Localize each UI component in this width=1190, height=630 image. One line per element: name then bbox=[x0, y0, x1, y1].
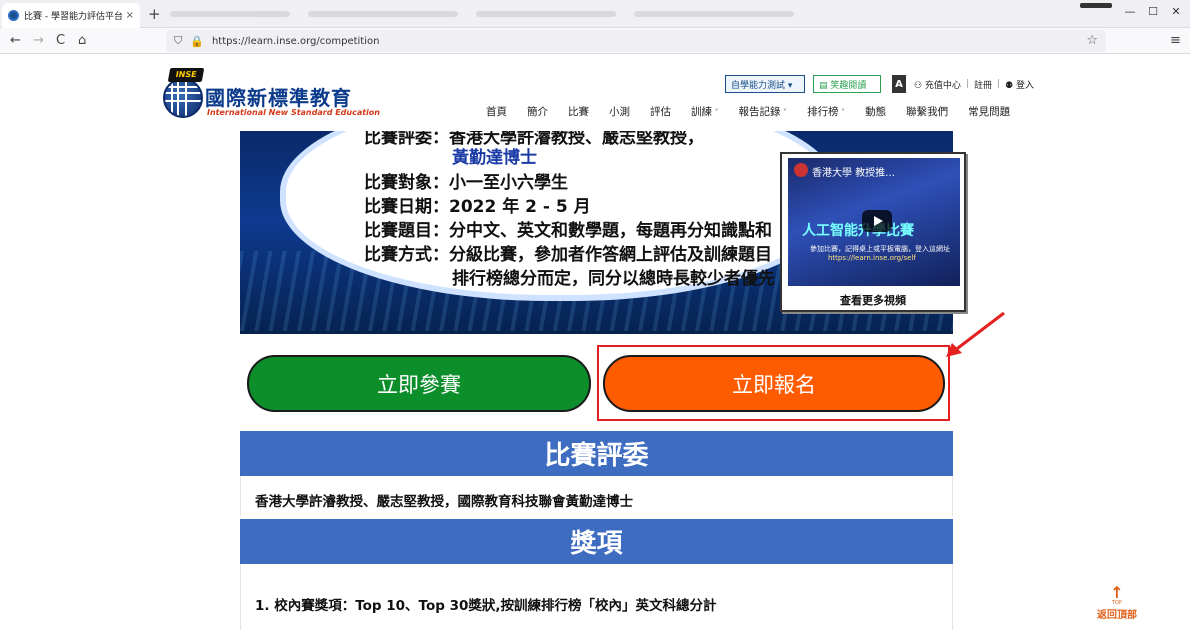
judges-section-body: 香港大學許濬教授、嚴志堅教授，國際教育科技聯會黃勤達博士 bbox=[240, 476, 953, 516]
nav-reports[interactable]: 報告記錄 bbox=[739, 104, 788, 119]
forward-button[interactable]: → bbox=[33, 33, 44, 48]
recharge-link[interactable]: ⚇ 充值中心 bbox=[914, 78, 961, 91]
awards-item-1: 1. 校內賽獎項：Top 10、Top 30獎狀,按訓練排行榜「校內」英文科總分… bbox=[255, 598, 717, 614]
nav-assessment[interactable]: 評估 bbox=[650, 104, 671, 119]
window-drag-handle[interactable] bbox=[1080, 3, 1112, 8]
site-favicon-icon bbox=[8, 10, 19, 21]
register-link[interactable]: 註冊 bbox=[974, 78, 992, 91]
url-text: https://learn.inse.org/competition bbox=[211, 35, 380, 47]
user-links: ⚇ 充值中心 | 註冊 | ⚉ 登入 bbox=[914, 75, 1034, 93]
graduation-cap-icon: INSE bbox=[167, 68, 205, 82]
login-link[interactable]: ⚉ 登入 bbox=[1005, 78, 1034, 91]
home-button[interactable]: ⌂ bbox=[78, 33, 86, 48]
up-arrow-icon: ↑ bbox=[1110, 583, 1124, 602]
separator: | bbox=[965, 79, 969, 89]
nav-competition[interactable]: 比賽 bbox=[568, 104, 589, 119]
video-title: 香港大學 教授推… bbox=[812, 168, 896, 179]
close-window-button[interactable]: ✕ bbox=[1166, 0, 1186, 22]
banner-date-line: 比賽日期：2022 年 2 - 5 月 bbox=[364, 197, 591, 217]
join-competition-button[interactable]: 立即參賽 bbox=[247, 355, 591, 412]
browser-tab-active[interactable]: 比賽 - 學習能力評估平台 × bbox=[2, 3, 140, 28]
self-test-dropdown[interactable]: 自學能力測試 ▾ bbox=[725, 75, 805, 93]
play-icon[interactable] bbox=[862, 210, 892, 232]
awards-section-body: 1. 校內賽獎項：Top 10、Top 30獎狀,按訓練排行榜「校內」英文科總分… bbox=[240, 564, 953, 630]
nav-contact[interactable]: 聯繫我們 bbox=[906, 104, 948, 119]
logo-chinese-name: 國際新標準教育 bbox=[205, 86, 352, 110]
video-card[interactable]: 香港大學 教授推… 人工智能升學比賽 參加比賽，記得桌上或平板電腦，登入這網址 … bbox=[780, 152, 966, 312]
bookmark-star-icon[interactable]: ☆ bbox=[1086, 33, 1098, 48]
lock-icon: 🔒 bbox=[190, 34, 204, 48]
video-headline: 人工智能升學比賽 bbox=[802, 223, 914, 239]
separator: | bbox=[997, 79, 1001, 89]
banner-subjects-line: 比賽題目：分中文、英文和數學題，每題再分知識點和 bbox=[364, 221, 772, 241]
nav-intro[interactable]: 簡介 bbox=[527, 104, 548, 119]
banner-judges-continued: 黃勤達博士 bbox=[452, 148, 537, 168]
site-logo[interactable]: INSE 國際新標準教育 International New Standard … bbox=[163, 68, 380, 120]
globe-icon bbox=[163, 78, 203, 118]
font-size-button[interactable]: A bbox=[892, 75, 906, 93]
tab-title: 比賽 - 學習能力評估平台 bbox=[24, 12, 123, 22]
main-navigation: 首頁 簡介 比賽 小測 評估 訓練 報告記錄 排行榜 動態 聯繫我們 常見問題 bbox=[486, 104, 1030, 119]
shield-icon: ⛉ bbox=[174, 34, 183, 47]
back-to-top-button[interactable]: ↑ TOP 返回頂部 bbox=[1094, 583, 1140, 622]
easy-read-button[interactable]: ▤ 笑趣閱讀 bbox=[813, 75, 881, 93]
judges-section-header: 比賽評委 bbox=[240, 431, 953, 476]
nav-training[interactable]: 訓練 bbox=[691, 104, 719, 119]
channel-avatar bbox=[794, 163, 808, 177]
logo-english-name: International New Standard Education bbox=[207, 108, 380, 117]
back-button[interactable]: ← bbox=[10, 33, 21, 48]
minimize-button[interactable]: — bbox=[1120, 0, 1140, 22]
banner-target-line: 比賽對象：小一至小六學生 bbox=[364, 173, 568, 193]
browser-tab-bar: 比賽 - 學習能力評估平台 × + — ☐ ✕ bbox=[0, 0, 1190, 28]
more-videos-link[interactable]: 查看更多視頻 bbox=[782, 292, 964, 308]
new-tab-button[interactable]: + bbox=[148, 5, 161, 23]
tab-close-icon[interactable]: × bbox=[126, 10, 134, 21]
video-thumbnail[interactable]: 香港大學 教授推… 人工智能升學比賽 參加比賽，記得桌上或平板電腦，登入這網址 … bbox=[788, 158, 960, 286]
judges-text: 香港大學許濬教授、嚴志堅教授，國際教育科技聯會黃勤達博士 bbox=[255, 494, 633, 510]
banner-method-line: 比賽方式：分級比賽，參加者作答網上評估及訓練題目 bbox=[364, 245, 772, 265]
nav-quiz[interactable]: 小測 bbox=[609, 104, 630, 119]
background-tabs bbox=[170, 8, 910, 20]
browser-toolbar: ← → C ⌂ ⛉ 🔒 https://learn.inse.org/compe… bbox=[0, 28, 1190, 54]
reload-button[interactable]: C bbox=[56, 33, 65, 48]
browser-menu-icon[interactable]: ≡ bbox=[1170, 33, 1181, 48]
annotation-arrow-icon bbox=[946, 311, 1005, 357]
url-bar[interactable]: ⛉ 🔒 https://learn.inse.org/competition ☆ bbox=[166, 30, 1106, 52]
nav-news[interactable]: 動態 bbox=[865, 104, 886, 119]
register-now-button[interactable]: 立即報名 bbox=[603, 355, 945, 412]
banner-method-continued: 排行榜總分而定，同分以總時長較少者優先 bbox=[452, 269, 775, 289]
video-caption: 參加比賽，記得桌上或平板電腦，登入這網址 bbox=[810, 245, 950, 253]
back-to-top-label: 返回頂部 bbox=[1097, 610, 1137, 621]
nav-faq[interactable]: 常見問題 bbox=[968, 104, 1010, 119]
video-url: https://learn.inse.org/self bbox=[828, 254, 916, 262]
awards-section-header: 獎項 bbox=[240, 519, 953, 564]
nav-leaderboard[interactable]: 排行榜 bbox=[807, 104, 845, 119]
maximize-button[interactable]: ☐ bbox=[1143, 0, 1163, 22]
nav-home[interactable]: 首頁 bbox=[486, 104, 507, 119]
